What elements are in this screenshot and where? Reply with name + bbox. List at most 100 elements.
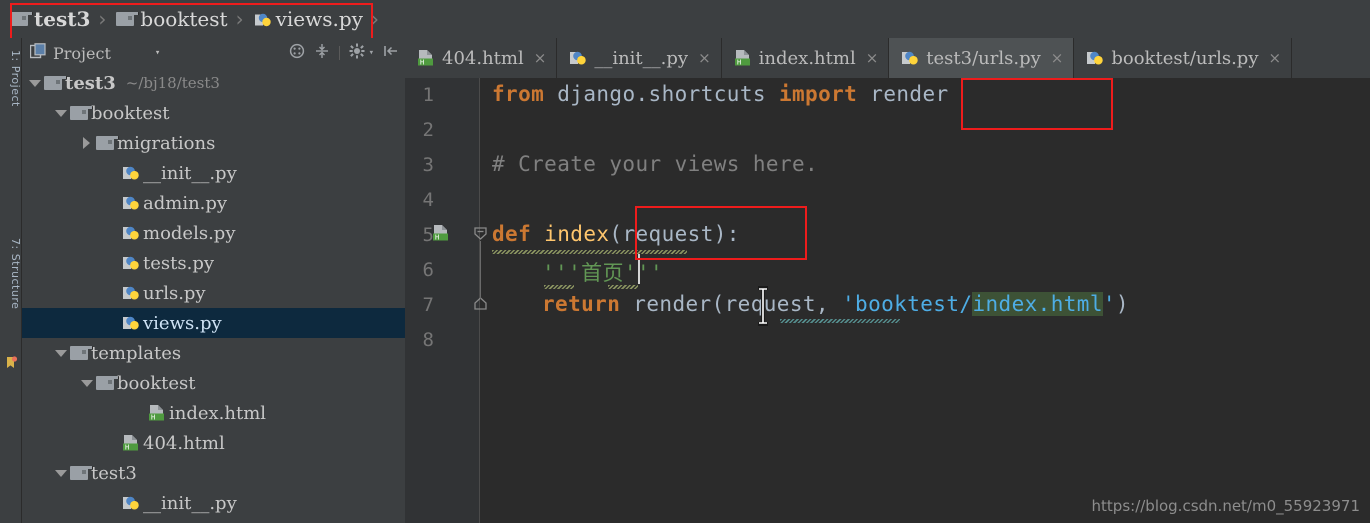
tree-row[interactable]: test3 ~/bj18/test3: [22, 68, 405, 98]
tree-row-label: __init__.py: [143, 162, 237, 184]
editor-tab-label: __init__.py: [594, 47, 689, 69]
breadcrumb-item-views-py[interactable]: views.py: [248, 0, 365, 38]
project-view-icon: [29, 42, 47, 64]
tree-toggle-down-icon[interactable]: [54, 346, 68, 360]
tree-row[interactable]: booktest: [22, 368, 405, 398]
string-quote-close: ': [1102, 292, 1116, 316]
editor-area: H 404.html × __init__.py × Hindex.html × test3/…: [405, 38, 1370, 523]
html-file-icon: H: [734, 49, 752, 67]
close-icon[interactable]: ×: [534, 49, 547, 67]
code-line-7: return render(request, 'booktest/index.h…: [542, 292, 1129, 316]
html-file-icon: H: [122, 434, 140, 452]
gutter-html-marker-icon[interactable]: H: [432, 224, 450, 246]
python-file-icon: [1086, 49, 1104, 67]
tree-row[interactable]: H 404.html: [22, 428, 405, 458]
tree-row[interactable]: test3: [22, 458, 405, 488]
tree-row[interactable]: urls.py: [22, 278, 405, 308]
inspection-squiggle: [780, 319, 900, 323]
close-icon[interactable]: ×: [698, 49, 711, 67]
editor-tab[interactable]: H 404.html ×: [405, 38, 558, 78]
python-file-icon: [901, 49, 919, 67]
tree-toggle-down-icon[interactable]: [54, 466, 68, 480]
tree-row[interactable]: admin.py: [22, 188, 405, 218]
folder-icon: [96, 136, 119, 150]
python-file-icon: [122, 194, 140, 212]
close-icon[interactable]: ×: [866, 49, 879, 67]
editor-tab[interactable]: booktest/urls.py ×: [1074, 38, 1293, 78]
tool-window-button-structure[interactable]: 7: Structure: [0, 238, 22, 358]
tree-row[interactable]: Hindex.html: [22, 398, 405, 428]
tree-row-label: models.py: [143, 222, 236, 244]
close-icon[interactable]: ×: [1051, 49, 1064, 67]
python-file-icon: [122, 254, 140, 272]
keyword-from: from: [492, 82, 545, 106]
folder-icon: [70, 106, 93, 120]
tree-row[interactable]: migrations: [22, 128, 405, 158]
python-file-icon: [254, 10, 272, 28]
tree-row-path: ~/bj18/test3: [125, 74, 220, 92]
chevron-down-icon[interactable]: ▾: [155, 48, 160, 58]
tree-row-label: 404.html: [143, 432, 225, 454]
tree-row-label: booktest: [117, 372, 196, 394]
inspection-squiggle: [492, 250, 687, 254]
line-number: 2: [422, 119, 434, 141]
folder-icon: [70, 466, 93, 480]
project-tool-window: Project ▾ ▾ test3 ~/bj18/test3 booktest …: [22, 38, 405, 523]
text-caret: [638, 254, 640, 284]
tree-row-label: views.py: [143, 312, 222, 334]
tree-toggle-down-icon[interactable]: [28, 76, 42, 90]
breadcrumb-separator: ›: [235, 7, 244, 31]
python-file-icon: [122, 284, 140, 302]
collapse-all-icon[interactable]: [314, 43, 330, 63]
tree-row-label: test3: [65, 72, 116, 94]
settings-gear-icon[interactable]: [349, 43, 365, 63]
breadcrumb-separator: ›: [98, 7, 107, 31]
tree-row[interactable]: __init__.py: [22, 158, 405, 188]
editor-tab[interactable]: test3/urls.py ×: [889, 38, 1075, 78]
breadcrumb-item-booktest[interactable]: booktest: [110, 0, 229, 38]
keyword-import: import: [778, 82, 858, 106]
breadcrumb-item-test3[interactable]: test3: [4, 0, 92, 38]
tree-toggle-down-icon[interactable]: [54, 106, 68, 120]
tree-row[interactable]: templates: [22, 338, 405, 368]
expand-all-icon[interactable]: [289, 43, 305, 63]
tree-row[interactable]: __init__.py: [22, 488, 405, 518]
tree-row[interactable]: booktest: [22, 98, 405, 128]
close-icon[interactable]: ×: [1269, 49, 1282, 67]
code-fold-collapse-icon[interactable]: [473, 226, 488, 241]
tree-toggle-right-icon[interactable]: [80, 136, 94, 150]
line-number: 3: [422, 154, 434, 176]
breadcrumb-label: views.py: [275, 7, 363, 31]
chevron-down-icon[interactable]: ▾: [369, 48, 374, 58]
breadcrumb-label: booktest: [140, 7, 228, 31]
string-quote-open: ': [842, 292, 856, 316]
tree-row[interactable]: tests.py: [22, 248, 405, 278]
tree-row-label: tests.py: [143, 252, 215, 274]
favorites-icon[interactable]: [4, 356, 18, 372]
comment-text: # Create your views here.: [492, 152, 819, 176]
module-path: django.shortcuts: [544, 82, 779, 106]
line-number: 6: [422, 259, 434, 281]
code-editor[interactable]: 12345678H from django.shortcuts import r…: [405, 78, 1370, 523]
function-name-index: index: [531, 222, 610, 246]
editor-tab-bar[interactable]: H 404.html × __init__.py × Hindex.html × test3/…: [405, 38, 1370, 78]
editor-tab[interactable]: __init__.py ×: [557, 38, 722, 78]
html-file-icon: H: [417, 49, 435, 67]
tool-window-button-project[interactable]: 1: Project: [0, 50, 22, 170]
project-file-tree[interactable]: test3 ~/bj18/test3 booktest migrations __ini…: [22, 68, 405, 523]
editor-tab[interactable]: Hindex.html ×: [721, 38, 890, 78]
tree-toggle-down-icon[interactable]: [80, 376, 94, 390]
template-path-prefix: booktest/: [855, 292, 973, 316]
code-content[interactable]: from django.shortcuts import render # Cr…: [480, 78, 1370, 523]
svg-text:H: H: [151, 413, 155, 421]
tree-row[interactable]: models.py: [22, 218, 405, 248]
python-file-icon: [122, 224, 140, 242]
hide-panel-icon[interactable]: [383, 43, 399, 63]
editor-gutter[interactable]: 12345678H: [405, 78, 480, 523]
python-file-icon: [122, 164, 140, 182]
function-signature-args: (request):: [609, 222, 740, 246]
tree-row[interactable]: views.py: [22, 308, 405, 338]
imported-name-render: render: [857, 82, 949, 106]
